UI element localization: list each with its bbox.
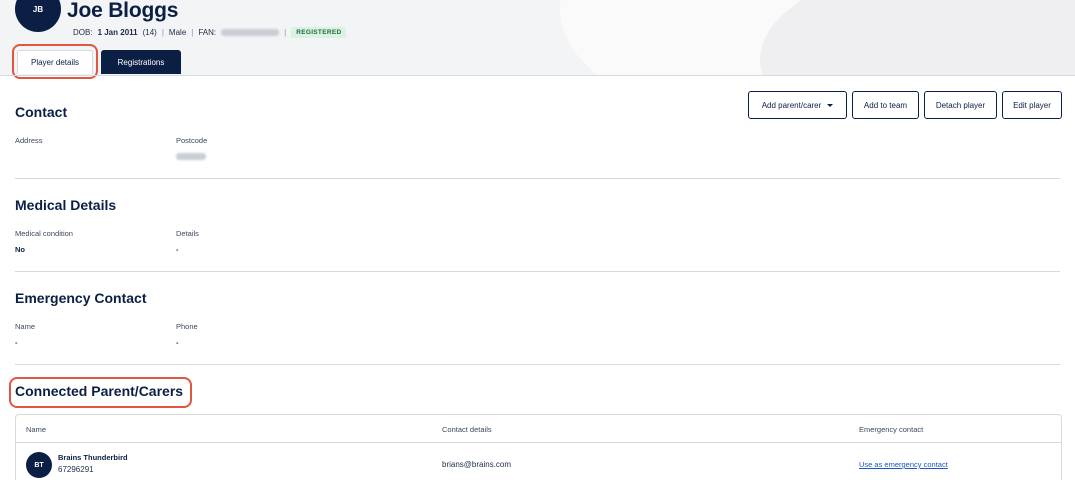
age-value: (14) [142,28,157,37]
add-parent-carer-button[interactable]: Add parent/carer [748,91,847,119]
detach-player-button[interactable]: Detach player [924,91,997,119]
emergency-section-title: Emergency Contact [15,290,147,306]
tab-highlight-annotation [12,44,98,79]
details-value: - [176,245,179,254]
contact-section-title: Contact [15,104,68,120]
section-divider [15,271,1060,272]
emergency-phone-label: Phone [176,322,198,331]
carer-name: Brains Thunderbird [58,453,128,462]
dob-label: DOB: [73,28,93,37]
status-badge: REGISTERED [291,27,347,38]
details-label: Details [176,229,199,238]
emergency-phone-value: - [176,338,179,347]
postcode-label: Postcode [176,136,208,145]
fan-label: FAN: [198,28,217,37]
use-as-emergency-contact-link[interactable]: Use as emergency contact [859,460,948,469]
player-meta: DOB: 1 Jan 2011 (14) | Male | FAN: | REG… [73,27,347,38]
section-divider [15,364,1060,365]
title-highlight-annotation [9,377,192,408]
column-header-name: Name [26,425,47,434]
header-divider [0,75,1075,76]
dob-value: 1 Jan 2011 [97,28,138,37]
carer-avatar: BT [26,452,52,478]
postcode-value-redacted [176,153,206,160]
emergency-name-label: Name [15,322,36,331]
medical-condition-label: Medical condition [15,229,73,238]
carer-email: brians@brains.com [442,460,512,469]
address-label: Address [15,136,43,145]
add-to-team-label: Add to team [863,100,908,110]
fan-value-redacted [221,29,280,36]
edit-player-button[interactable]: Edit player [1002,91,1062,119]
tab-registrations[interactable]: Registrations [101,50,181,74]
medical-condition-value: No [15,245,25,254]
separator: | [161,28,164,37]
chevron-down-icon [827,103,834,107]
player-name: Joe Bloggs [67,0,179,22]
table-header: Name Contact details Emergency contact [16,415,1061,443]
connected-carers-table: Name Contact details Emergency contact B… [15,414,1062,480]
separator: | [191,28,194,37]
column-header-emergency-contact: Emergency contact [859,425,924,434]
section-divider [15,178,1060,179]
gender-value: Male [168,28,187,37]
edit-player-label: Edit player [1013,100,1051,110]
detach-player-label: Detach player [935,100,986,110]
add-parent-carer-label: Add parent/carer [761,100,822,110]
separator: | [284,28,287,37]
header-decoration [760,0,1075,76]
column-header-contact-details: Contact details [442,425,492,434]
emergency-name-value: - [15,338,18,347]
carer-id: 67296291 [58,465,94,474]
add-to-team-button[interactable]: Add to team [852,91,919,119]
medical-section-title: Medical Details [15,197,117,213]
